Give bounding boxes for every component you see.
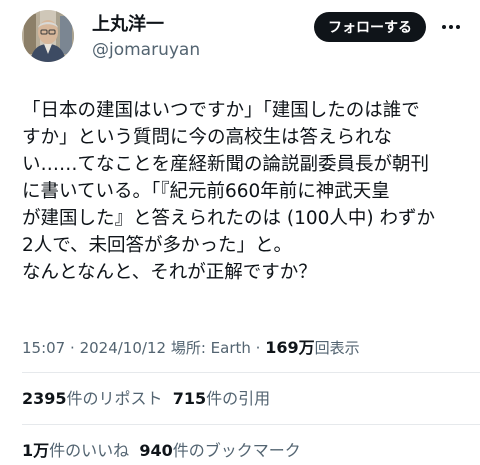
quotes-count: 715 (172, 389, 207, 408)
quotes-stat[interactable]: 715件の引用 (173, 389, 270, 408)
reposts-label: 件のリポスト (66, 389, 163, 408)
display-name[interactable]: 上丸洋一 (92, 14, 164, 36)
tweet-line: 2人で、未回答が多かった」と。 (22, 235, 293, 256)
quotes-label: 件の引用 (206, 389, 271, 408)
tweet-date[interactable]: 2024/10/12 (80, 339, 166, 357)
bookmarks-label: 件のブックマーク (172, 441, 301, 460)
stats-row-reposts: 2395件のリポスト 715件の引用 (22, 389, 270, 409)
tweet-line: すか」という質問に今の高校生は答えられな (22, 127, 393, 148)
ellipsis-icon[interactable] (436, 12, 466, 42)
meta-separator: · (255, 339, 261, 357)
tweet-line: なんとなんと、それが正解ですか？ (22, 262, 317, 283)
reposts-count: 2395 (22, 389, 67, 408)
divider (22, 424, 480, 425)
follow-button[interactable]: フォローする (314, 12, 426, 42)
tweet-time[interactable]: 15:07 (22, 339, 65, 357)
reposts-stat[interactable]: 2395件のリポスト (22, 389, 163, 408)
tweet-line: が建国した』と答えられたのは (100人中) わずか (22, 208, 436, 229)
likes-label: 件のいいね (49, 441, 130, 460)
views-label: 回表示 (314, 339, 360, 357)
stats-row-likes: 1万件のいいね 940件のブックマーク (22, 441, 301, 461)
views-count: 169万 (265, 338, 315, 357)
likes-count: 1万 (22, 441, 50, 460)
user-handle[interactable]: @jomaruyan (92, 40, 200, 60)
bookmarks-count: 940 (139, 441, 173, 460)
meta-separator: · (70, 339, 75, 357)
tweet-text: 「日本の建国はいつですか」「建国したのは誰で すか」という質問に今の高校生は答え… (22, 97, 478, 286)
tweet-header: 上丸洋一 @jomaruyan フォローする (0, 0, 480, 70)
portrait-photo-icon (22, 10, 74, 62)
likes-stat[interactable]: 1万件のいいね (22, 441, 129, 460)
tweet-location: 場所: Earth (170, 339, 251, 357)
divider (22, 372, 480, 373)
tweet-line: い……てなことを産経新聞の論説副委員長が朝刊 (22, 154, 430, 175)
avatar[interactable] (22, 10, 74, 62)
tweet-line: 「日本の建国はいつですか」「建国したのは誰で (22, 100, 420, 121)
bookmarks-stat[interactable]: 940件のブックマーク (139, 441, 300, 460)
tweet-line: に書いている。「『紀元前660年前に神武天皇 (22, 181, 390, 202)
tweet-meta: 15:07 · 2024/10/12 場所: Earth · 169万回表示 (22, 338, 360, 358)
